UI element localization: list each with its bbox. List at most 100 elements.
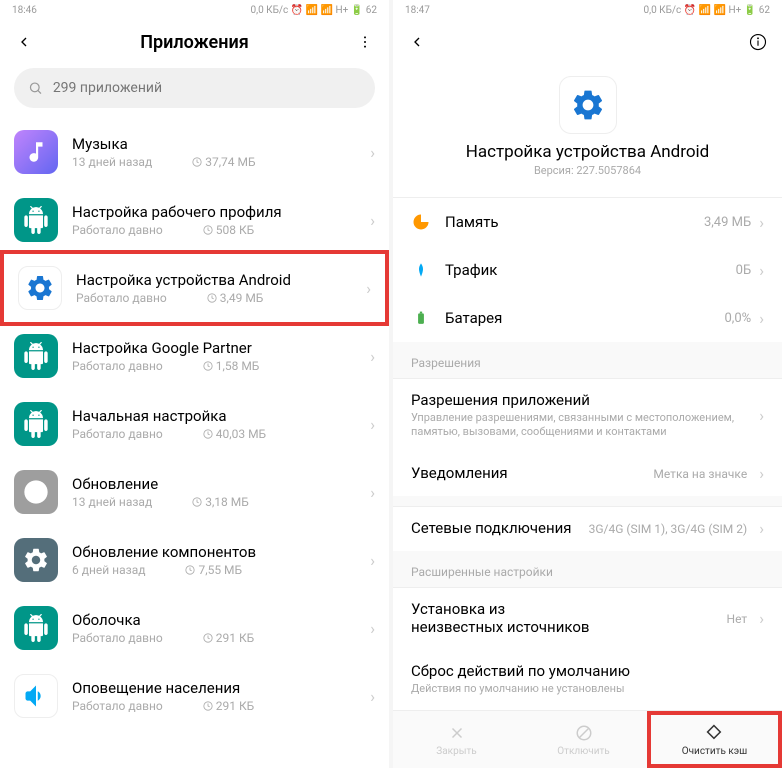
gear-dark-icon xyxy=(14,538,58,582)
music-icon xyxy=(14,130,58,174)
app-time: 13 дней назад xyxy=(72,495,152,509)
status-time: 18:47 xyxy=(405,5,430,16)
network-row[interactable]: Сетевые подключения 3G/4G (SIM 1), 3G/4G… xyxy=(393,507,782,551)
disable-label: Отключить xyxy=(557,746,610,757)
app-time: Работало давно xyxy=(72,699,163,713)
chevron-right-icon: › xyxy=(370,551,375,570)
status-indicators: 0,0 КБ/с ⏰ 📶 📶 H+ 🔋 62 xyxy=(643,5,770,16)
app-name: Оболочка xyxy=(72,611,362,629)
reset-defaults-row[interactable]: Сброс действий по умолчанию Действия по … xyxy=(393,650,782,708)
app-name: Настройка устройства Android xyxy=(76,271,358,289)
app-list: Музыка 13 дней назад 37,74 МБ › Настройк… xyxy=(0,118,389,730)
permissions-title: Разрешения приложений xyxy=(411,391,751,409)
memory-icon xyxy=(411,212,431,232)
app-size: 37,74 МБ xyxy=(192,155,255,169)
chevron-right-icon: › xyxy=(759,213,764,232)
android-icon xyxy=(14,402,58,446)
app-row[interactable]: Настройка Google Partner Работало давно … xyxy=(0,322,389,390)
app-row[interactable]: Обновление 13 дней назад 3,18 МБ › xyxy=(0,458,389,526)
permissions-sub: Управление разрешениями, связанными с ме… xyxy=(411,411,751,440)
memory-label: Память xyxy=(445,213,704,231)
search-icon xyxy=(28,80,43,96)
app-row[interactable]: Настройка рабочего профиля Работало давн… xyxy=(0,186,389,254)
app-row[interactable]: Обновление компонентов 6 дней назад 7,55… xyxy=(0,526,389,594)
app-row[interactable]: Начальная настройка Работало давно 40,03… xyxy=(0,390,389,458)
chevron-right-icon: › xyxy=(759,464,764,483)
chevron-right-icon: › xyxy=(370,211,375,230)
status-bar: 18:46 0,0 КБ/с ⏰ 📶 📶 H+ 🔋 62 xyxy=(0,0,389,20)
app-name: Начальная настройка xyxy=(72,407,362,425)
chevron-right-icon: › xyxy=(366,279,371,298)
app-time: Работало давно xyxy=(72,223,163,237)
back-button[interactable] xyxy=(12,30,36,54)
app-name: Обновление компонентов xyxy=(72,543,362,561)
app-size: 291 КБ xyxy=(203,631,254,645)
more-button[interactable] xyxy=(353,30,377,54)
header: Приложения xyxy=(0,20,389,64)
app-name: Оповещение населения xyxy=(72,679,362,697)
status-bar: 18:47 0,0 КБ/с ⏰ 📶 📶 H+ 🔋 62 xyxy=(393,0,782,20)
app-size: 508 КБ xyxy=(203,223,254,237)
battery-icon xyxy=(411,308,431,328)
app-detail-title: Настройка устройства Android xyxy=(393,142,782,162)
header xyxy=(393,20,782,64)
memory-row[interactable]: Память 3,49 МБ › xyxy=(393,198,782,246)
battery-row[interactable]: Батарея 0,0% › xyxy=(393,294,782,342)
chevron-right-icon: › xyxy=(370,619,375,638)
traffic-label: Трафик xyxy=(445,261,736,279)
grey-icon xyxy=(14,470,58,514)
chevron-right-icon: › xyxy=(759,406,764,425)
more-vertical-icon xyxy=(357,34,373,50)
notifications-row[interactable]: Уведомления Метка на значке › xyxy=(393,452,782,496)
back-button[interactable] xyxy=(405,30,429,54)
unknown-sources-row[interactable]: Установка из неизвестных источников Нет … xyxy=(393,588,782,650)
unknown-title: Установка из неизвестных источников xyxy=(411,600,591,636)
app-row[interactable]: Оболочка Работало давно 291 КБ › xyxy=(0,594,389,662)
status-time: 18:46 xyxy=(12,5,37,16)
app-size: 3,49 МБ xyxy=(207,291,264,305)
disable-button[interactable]: Отключить xyxy=(520,711,647,768)
status-indicators: 0,0 КБ/с ⏰ 📶 📶 H+ 🔋 62 xyxy=(250,5,377,16)
search-input[interactable] xyxy=(53,80,361,96)
traffic-icon xyxy=(411,260,431,280)
app-time: Работало давно xyxy=(76,291,167,305)
permissions-section-title: Разрешения xyxy=(393,342,782,378)
close-icon xyxy=(446,722,468,744)
horn-icon xyxy=(14,674,58,718)
chevron-right-icon: › xyxy=(370,347,375,366)
app-permissions-row[interactable]: Разрешения приложений Управление разреше… xyxy=(393,379,782,452)
notifications-title: Уведомления xyxy=(411,464,653,482)
traffic-row[interactable]: Трафик 0Б › xyxy=(393,246,782,294)
close-button[interactable]: Закрыть xyxy=(393,711,520,768)
search-bar[interactable] xyxy=(14,68,375,108)
info-button[interactable] xyxy=(746,30,770,54)
phone-left: 18:46 0,0 КБ/с ⏰ 📶 📶 H+ 🔋 62 Приложения … xyxy=(0,0,389,768)
app-row[interactable]: Оповещение населения Работало давно 291 … xyxy=(0,662,389,730)
app-size: 1,58 МБ xyxy=(203,359,260,373)
app-row[interactable]: Настройка устройства Android Работало да… xyxy=(0,250,389,326)
reset-sub: Действия по умолчанию не установлены xyxy=(411,682,764,696)
battery-label: Батарея xyxy=(445,309,724,327)
phone-right: 18:47 0,0 КБ/с ⏰ 📶 📶 H+ 🔋 62 Настройка у… xyxy=(393,0,782,768)
chevron-right-icon: › xyxy=(370,483,375,502)
page-title: Приложения xyxy=(140,32,248,53)
chevron-left-icon xyxy=(409,34,425,50)
bottom-action-bar: Закрыть Отключить Очистить кэш xyxy=(393,710,782,768)
stats-section: Память 3,49 МБ › Трафик 0Б › Батарея 0,0… xyxy=(393,197,782,342)
clear-cache-button[interactable]: Очистить кэш xyxy=(647,711,782,768)
gear-icon xyxy=(18,266,62,310)
app-detail-version: Версия: 227.5057864 xyxy=(393,164,782,177)
advanced-section-title: Расширенные настройки xyxy=(393,551,782,587)
android-icon xyxy=(14,198,58,242)
app-size: 7,55 МБ xyxy=(185,563,242,577)
gear-icon xyxy=(570,87,606,123)
app-row[interactable]: Музыка 13 дней назад 37,74 МБ › xyxy=(0,118,389,186)
app-name: Обновление xyxy=(72,475,362,493)
app-size: 291 КБ xyxy=(203,699,254,713)
chevron-right-icon: › xyxy=(759,609,764,628)
info-icon xyxy=(749,33,767,51)
app-size: 40,03 МБ xyxy=(203,427,266,441)
unknown-value: Нет xyxy=(727,612,748,626)
network-title: Сетевые подключения xyxy=(411,519,589,537)
chevron-left-icon xyxy=(16,34,32,50)
